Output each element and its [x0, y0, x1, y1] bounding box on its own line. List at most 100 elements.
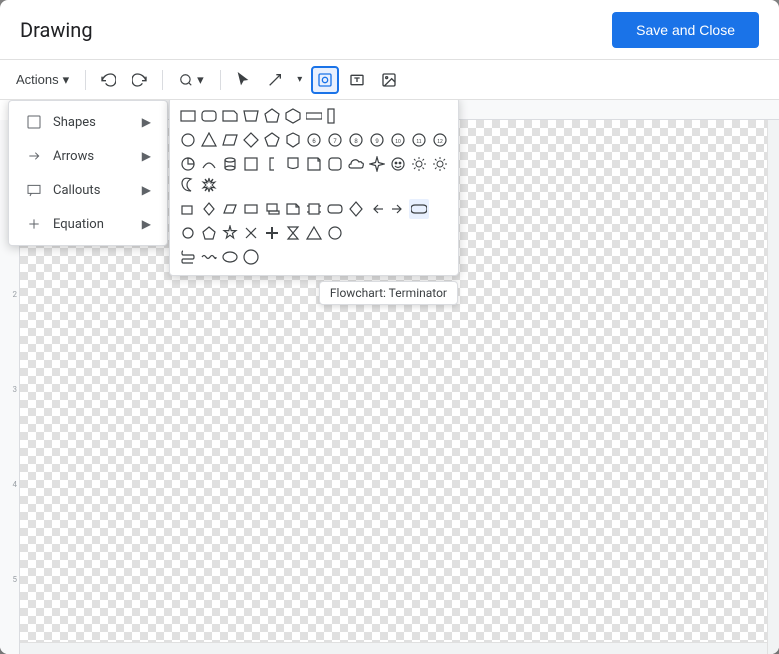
ruler-mark-v5: 5 — [13, 575, 18, 584]
shape-circle4[interactable] — [241, 247, 261, 267]
horizontal-scrollbar[interactable] — [20, 642, 767, 654]
shape-circle-8[interactable]: 8 — [346, 130, 366, 150]
shape-wide-rect[interactable] — [304, 106, 324, 126]
shape-square4[interactable] — [178, 199, 198, 219]
shape-doc[interactable] — [283, 154, 303, 174]
shape-bracket[interactable] — [262, 154, 282, 174]
drawing-dialog: Drawing Save and Close Actions ▾ ▾ — [0, 0, 779, 654]
shape-diamond[interactable] — [241, 130, 261, 150]
shapes-submenu: 6 7 8 9 10 11 — [169, 100, 459, 276]
menu-item-arrows[interactable]: Arrows ▶ — [9, 139, 167, 173]
shape-rect5[interactable] — [283, 199, 303, 219]
shape-rect3[interactable] — [241, 199, 261, 219]
save-close-button[interactable]: Save and Close — [612, 12, 759, 48]
equation-label: Equation — [53, 217, 104, 232]
shape-note[interactable] — [304, 154, 324, 174]
shape-triangle[interactable] — [199, 130, 219, 150]
shape-face[interactable] — [388, 154, 408, 174]
shape-hourglass[interactable] — [283, 223, 303, 243]
image-tool-button[interactable] — [375, 66, 403, 94]
canvas-area[interactable]: 1 2 3 1 2 3 4 5 Shapes ▶ — [0, 100, 779, 654]
dialog-title: Drawing — [20, 18, 93, 42]
shape-gear[interactable] — [409, 154, 429, 174]
shape-cloud[interactable] — [346, 154, 366, 174]
svg-text:6: 6 — [312, 139, 316, 145]
undo-button[interactable] — [94, 66, 122, 94]
shape-trapezoid[interactable] — [241, 106, 261, 126]
line-tool-button[interactable] — [261, 66, 289, 94]
shape-oval-rect[interactable] — [325, 199, 345, 219]
shape-diamond2[interactable] — [199, 199, 219, 219]
actions-dropdown: Shapes ▶ Arrows ▶ Callouts — [8, 100, 168, 246]
shape-terminal[interactable] — [409, 199, 429, 219]
equation-icon — [25, 215, 43, 233]
shape-burst[interactable] — [199, 175, 219, 195]
shapes-arrow: ▶ — [142, 115, 151, 129]
shape-star4[interactable] — [367, 154, 387, 174]
line-tool-dropdown[interactable]: ▾ — [293, 66, 307, 94]
shape-pentagon[interactable] — [262, 106, 282, 126]
shapes-row-5 — [178, 223, 450, 243]
actions-menu-button[interactable]: Actions ▾ — [8, 68, 77, 92]
shape-square3[interactable] — [325, 154, 345, 174]
shape-circle-11[interactable]: 11 — [409, 130, 429, 150]
shape-narrow-rect[interactable] — [325, 106, 345, 126]
shapes-row-1 — [178, 106, 450, 126]
shape-parallelogram[interactable] — [220, 130, 240, 150]
shape-hex6[interactable] — [283, 130, 303, 150]
actions-label: Actions — [16, 72, 59, 87]
shape-triangle2[interactable] — [304, 223, 324, 243]
shape-pentagon5[interactable] — [262, 130, 282, 150]
shape-rect-rounded[interactable] — [199, 106, 219, 126]
shapes-row-2: 6 7 8 9 10 11 — [178, 130, 450, 150]
svg-text:7: 7 — [333, 139, 337, 145]
shape-circle-12[interactable]: 12 — [430, 130, 450, 150]
shape-cross2[interactable] — [262, 223, 282, 243]
shape-cylinder[interactable] — [220, 154, 240, 174]
shape-arrow-l[interactable] — [367, 199, 387, 219]
ruler-mark-v2: 2 — [13, 290, 18, 299]
select-tool-button[interactable] — [229, 66, 257, 94]
shape-circle2[interactable] — [178, 223, 198, 243]
shape-scroll[interactable] — [178, 247, 198, 267]
textbox-tool-button[interactable] — [343, 66, 371, 94]
shape-rect[interactable] — [178, 106, 198, 126]
shape-circle-7[interactable]: 7 — [325, 130, 345, 150]
shape-arrow-r[interactable] — [388, 199, 408, 219]
menu-item-equation[interactable]: Equation ▶ — [9, 207, 167, 241]
shape-pie[interactable] — [178, 154, 198, 174]
svg-text:9: 9 — [375, 139, 379, 145]
svg-text:12: 12 — [437, 139, 443, 145]
shape-square2[interactable] — [241, 154, 261, 174]
shape-pentagon2[interactable] — [199, 223, 219, 243]
shape-oval2[interactable] — [220, 247, 240, 267]
equation-arrow: ▶ — [142, 217, 151, 231]
callouts-arrow: ▶ — [142, 183, 151, 197]
menu-item-callouts[interactable]: Callouts ▶ — [9, 173, 167, 207]
shape-rect-snip[interactable] — [220, 106, 240, 126]
shape-moon[interactable] — [178, 175, 198, 195]
shape-diamond3[interactable] — [346, 199, 366, 219]
zoom-button[interactable]: ▾ — [171, 68, 212, 92]
vertical-scrollbar[interactable] — [767, 120, 779, 654]
redo-button[interactable] — [126, 66, 154, 94]
shape-tool-button[interactable] — [311, 66, 339, 94]
shape-circle-10[interactable]: 10 — [388, 130, 408, 150]
shape-star5[interactable] — [220, 223, 240, 243]
toolbar-separator-1 — [85, 70, 86, 90]
shape-circle3[interactable] — [325, 223, 345, 243]
shape-rect6[interactable] — [304, 199, 324, 219]
shape-arc[interactable] — [199, 154, 219, 174]
shape-sun[interactable] — [430, 154, 450, 174]
shape-x[interactable] — [241, 223, 261, 243]
svg-text:10: 10 — [395, 139, 401, 145]
shape-circle-9[interactable]: 9 — [367, 130, 387, 150]
shape-circle[interactable] — [178, 130, 198, 150]
shape-parallelogram2[interactable] — [220, 199, 240, 219]
menu-item-shapes[interactable]: Shapes ▶ — [9, 105, 167, 139]
shape-wave[interactable] — [199, 247, 219, 267]
shape-circle-6[interactable]: 6 — [304, 130, 324, 150]
shape-hexagon[interactable] — [283, 106, 303, 126]
callouts-icon — [25, 181, 43, 199]
shape-rect4[interactable] — [262, 199, 282, 219]
